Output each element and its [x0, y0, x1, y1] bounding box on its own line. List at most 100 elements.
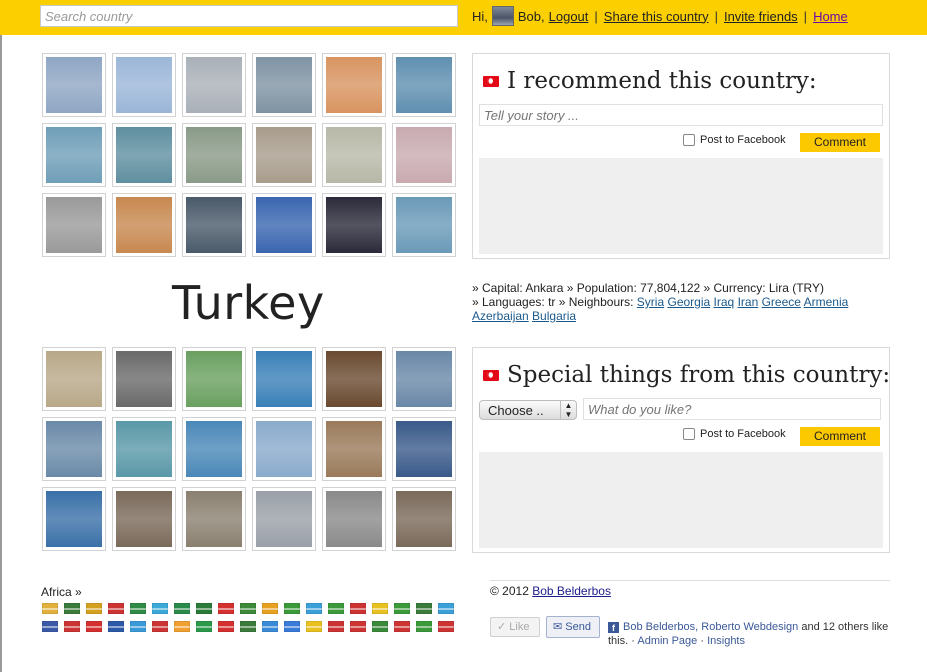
country-photo-thumb[interactable] — [392, 347, 456, 411]
country-flag-icon[interactable] — [416, 603, 432, 614]
country-photo-thumb[interactable] — [42, 53, 106, 117]
country-flag-icon[interactable] — [42, 603, 58, 614]
country-flag-icon[interactable] — [328, 603, 344, 614]
country-photo-thumb[interactable] — [392, 53, 456, 117]
country-flag-icon[interactable] — [306, 621, 322, 632]
country-flag-icon[interactable] — [240, 603, 256, 614]
home-link[interactable]: Home — [813, 9, 848, 24]
share-country-link[interactable]: Share this country — [604, 9, 709, 24]
country-photo-thumb[interactable] — [182, 417, 246, 481]
checkbox-icon[interactable] — [683, 428, 695, 440]
neighbour-link[interactable]: Georgia — [667, 295, 710, 309]
country-photo-thumb[interactable] — [392, 417, 456, 481]
country-flag-icon[interactable] — [284, 603, 300, 614]
country-photo-thumb[interactable] — [322, 53, 386, 117]
country-flag-icon[interactable] — [196, 621, 212, 632]
neighbour-link[interactable]: Azerbaijan — [472, 309, 529, 323]
country-photo-thumb[interactable] — [252, 123, 316, 187]
country-flag-icon[interactable] — [64, 621, 80, 632]
country-photo-thumb[interactable] — [112, 347, 176, 411]
country-flag-icon[interactable] — [108, 603, 124, 614]
checkbox-icon[interactable] — [683, 134, 695, 146]
country-photo-thumb[interactable] — [42, 347, 106, 411]
country-photo-thumb[interactable] — [112, 123, 176, 187]
neighbour-link[interactable]: Syria — [637, 295, 664, 309]
comment-button[interactable]: Comment — [800, 133, 880, 152]
country-flag-icon[interactable] — [438, 621, 454, 632]
continent-africa-link[interactable]: Africa » — [41, 585, 82, 599]
country-flag-icon[interactable] — [130, 603, 146, 614]
country-flag-icon[interactable] — [350, 603, 366, 614]
country-flag-icon[interactable] — [196, 603, 212, 614]
country-flag-icon[interactable] — [174, 603, 190, 614]
country-flag-icon[interactable] — [152, 603, 168, 614]
story-input[interactable] — [479, 104, 883, 126]
neighbour-link[interactable]: Iraq — [714, 295, 735, 309]
country-photo-thumb[interactable] — [42, 417, 106, 481]
choose-select[interactable]: Choose .. ▲ ▼ — [479, 400, 577, 420]
country-photo-thumb[interactable] — [112, 417, 176, 481]
country-flag-icon[interactable] — [350, 621, 366, 632]
country-flag-icon[interactable] — [64, 603, 80, 614]
country-photo-thumb[interactable] — [112, 487, 176, 551]
country-photo-thumb[interactable] — [42, 487, 106, 551]
country-photo-thumb[interactable] — [252, 417, 316, 481]
admin-page-link[interactable]: Admin Page — [637, 635, 697, 647]
country-flag-icon[interactable] — [262, 603, 278, 614]
country-photo-thumb[interactable] — [112, 53, 176, 117]
country-flag-icon[interactable] — [416, 621, 432, 632]
country-flag-icon[interactable] — [284, 621, 300, 632]
country-flag-icon[interactable] — [394, 603, 410, 614]
country-photo-thumb[interactable] — [322, 123, 386, 187]
country-photo-thumb[interactable] — [182, 53, 246, 117]
country-flag-icon[interactable] — [152, 621, 168, 632]
author-link[interactable]: Bob Belderbos — [532, 584, 611, 598]
country-photo-thumb[interactable] — [252, 53, 316, 117]
country-flag-icon[interactable] — [218, 603, 234, 614]
country-photo-thumb[interactable] — [322, 417, 386, 481]
country-photo-thumb[interactable] — [182, 193, 246, 257]
country-photo-thumb[interactable] — [42, 123, 106, 187]
country-flag-icon[interactable] — [174, 621, 190, 632]
country-photo-thumb[interactable] — [182, 123, 246, 187]
invite-friends-link[interactable]: Invite friends — [724, 9, 798, 24]
country-photo-thumb[interactable] — [252, 487, 316, 551]
country-flag-icon[interactable] — [42, 621, 58, 632]
country-photo-thumb[interactable] — [252, 193, 316, 257]
country-flag-icon[interactable] — [306, 603, 322, 614]
country-flag-icon[interactable] — [328, 621, 344, 632]
neighbour-link[interactable]: Greece — [762, 295, 801, 309]
country-flag-icon[interactable] — [262, 621, 278, 632]
country-photo-thumb[interactable] — [42, 193, 106, 257]
country-photo-thumb[interactable] — [252, 347, 316, 411]
country-flag-icon[interactable] — [86, 621, 102, 632]
country-flag-icon[interactable] — [108, 621, 124, 632]
logout-link[interactable]: Logout — [549, 9, 589, 24]
neighbour-link[interactable]: Armenia — [804, 295, 849, 309]
fb-friends-link[interactable]: Bob Belderbos, Roberto Webdesign — [623, 621, 798, 633]
country-flag-icon[interactable] — [372, 621, 388, 632]
post-to-facebook-checkbox[interactable]: Post to Facebook — [683, 428, 786, 440]
country-flag-icon[interactable] — [240, 621, 256, 632]
what-do-you-like-input[interactable] — [583, 398, 881, 420]
country-photo-thumb[interactable] — [392, 193, 456, 257]
comment-button[interactable]: Comment — [800, 427, 880, 446]
neighbour-link[interactable]: Bulgaria — [532, 309, 576, 323]
country-photo-thumb[interactable] — [182, 347, 246, 411]
search-input[interactable] — [40, 5, 458, 27]
country-photo-thumb[interactable] — [322, 487, 386, 551]
country-photo-thumb[interactable] — [112, 193, 176, 257]
country-photo-thumb[interactable] — [182, 487, 246, 551]
insights-link[interactable]: Insights — [707, 635, 745, 647]
country-photo-thumb[interactable] — [392, 487, 456, 551]
country-flag-icon[interactable] — [394, 621, 410, 632]
country-flag-icon[interactable] — [130, 621, 146, 632]
country-flag-icon[interactable] — [372, 603, 388, 614]
country-photo-thumb[interactable] — [392, 123, 456, 187]
facebook-send-button[interactable]: ✉ Send — [546, 616, 600, 638]
country-flag-icon[interactable] — [218, 621, 234, 632]
neighbour-link[interactable]: Iran — [738, 295, 759, 309]
post-to-facebook-checkbox[interactable]: Post to Facebook — [683, 134, 786, 146]
facebook-like-button[interactable]: ✓ Like — [490, 617, 540, 637]
country-flag-icon[interactable] — [438, 603, 454, 614]
